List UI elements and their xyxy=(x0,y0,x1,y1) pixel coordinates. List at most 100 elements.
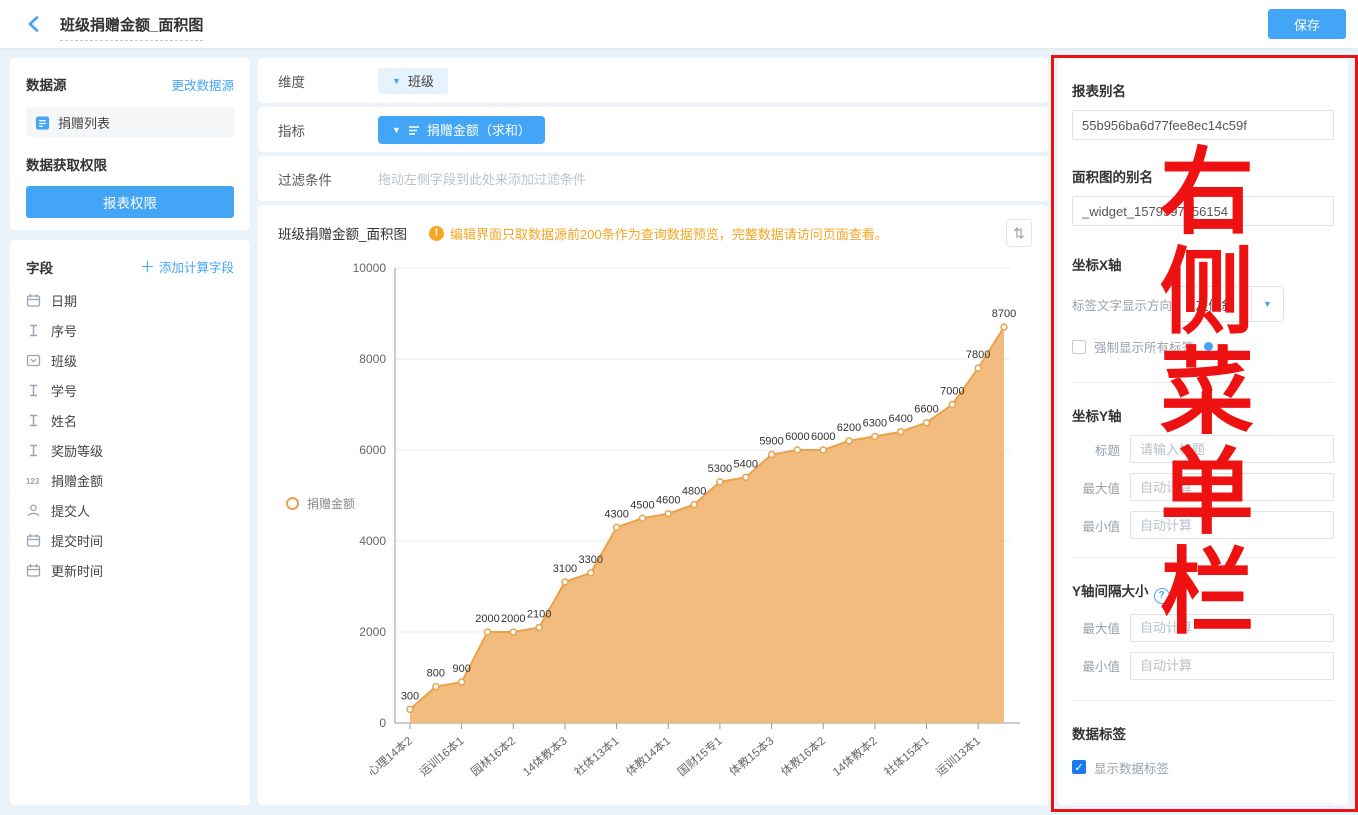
svg-text:社体13本1: 社体13本1 xyxy=(571,734,621,779)
field-item[interactable]: 姓名 xyxy=(26,405,234,435)
force-labels-label: 强制显示所有标签 xyxy=(1094,337,1194,356)
y-axis-title: 坐标Y轴 xyxy=(1072,405,1334,425)
svg-text:心理14本2: 心理14本2 xyxy=(365,734,415,779)
svg-text:6000: 6000 xyxy=(359,443,386,457)
dimension-tag-label: 班级 xyxy=(408,71,434,90)
legend-marker-icon xyxy=(286,497,299,510)
widget-alias-input[interactable] xyxy=(1072,196,1334,226)
svg-text:3300: 3300 xyxy=(579,554,603,566)
metric-tag-label: 捐赠金额（求和） xyxy=(427,120,531,139)
svg-text:3100: 3100 xyxy=(553,563,577,575)
report-alias-input[interactable] xyxy=(1072,110,1334,140)
text-icon xyxy=(26,413,41,428)
svg-text:800: 800 xyxy=(427,668,445,680)
settings-panel: 报表别名 面积图的别名 坐标X轴 标签文字显示方向 左倾斜 ▼ 强制显示所有标签… xyxy=(1058,58,1348,805)
field-label: 更新时间 xyxy=(51,561,103,580)
legend-item[interactable]: 捐赠金额 xyxy=(286,495,355,512)
permission-title: 数据获取权限 xyxy=(26,154,234,174)
force-labels-checkbox[interactable] xyxy=(1072,340,1086,354)
svg-text:7800: 7800 xyxy=(966,349,990,361)
svg-text:4800: 4800 xyxy=(682,486,706,498)
filter-row[interactable]: 过滤条件 拖动左侧字段到此处来添加过滤条件 xyxy=(258,156,1048,201)
svg-text:体教15本3: 体教15本3 xyxy=(726,734,776,779)
field-item[interactable]: 日期 xyxy=(26,285,234,315)
info-icon[interactable] xyxy=(1204,342,1213,351)
show-data-label-checkbox[interactable]: ✓ xyxy=(1072,760,1086,774)
svg-text:社体15本1: 社体15本1 xyxy=(881,734,931,779)
field-item[interactable]: 奖励等级 xyxy=(26,435,234,465)
aggregate-icon xyxy=(408,124,420,136)
field-label: 捐赠金额 xyxy=(51,471,103,490)
interval-max-input[interactable] xyxy=(1130,614,1334,642)
field-item[interactable]: 提交人 xyxy=(26,495,234,525)
change-datasource-link[interactable]: 更改数据源 xyxy=(171,75,234,94)
y-max-label: 最大值 xyxy=(1072,478,1120,497)
filter-placeholder: 拖动左侧字段到此处来添加过滤条件 xyxy=(378,169,586,188)
plus-icon: ＋ xyxy=(140,259,159,276)
document-icon xyxy=(35,115,50,130)
calendar-icon xyxy=(26,563,41,578)
number-icon: 123 xyxy=(26,473,41,488)
y-title-label: 标题 xyxy=(1072,440,1120,459)
svg-text:123: 123 xyxy=(26,476,40,485)
field-item[interactable]: 学号 xyxy=(26,375,234,405)
field-item[interactable]: 提交时间 xyxy=(26,525,234,555)
interval-min-input[interactable] xyxy=(1130,652,1334,680)
label-direction-select[interactable]: 左倾斜 ▼ xyxy=(1178,286,1284,322)
y-max-input[interactable] xyxy=(1130,473,1334,501)
calendar-icon xyxy=(26,293,41,308)
svg-text:4300: 4300 xyxy=(604,508,628,520)
fields-panel: 字段 ＋ 添加计算字段 日期序号班级学号姓名奖励等级123捐赠金额提交人提交时间… xyxy=(10,240,250,805)
warning-icon: ! xyxy=(429,226,444,241)
divider xyxy=(1072,803,1334,804)
chevron-down-icon: ▼ xyxy=(1251,287,1283,321)
report-permission-button[interactable]: 报表权限 xyxy=(26,186,234,218)
back-icon[interactable] xyxy=(26,15,42,33)
svg-text:2000: 2000 xyxy=(475,613,499,625)
field-label: 序号 xyxy=(51,321,77,340)
field-label: 班级 xyxy=(51,351,77,370)
save-button[interactable]: 保存 xyxy=(1268,9,1346,39)
svg-text:2100: 2100 xyxy=(527,608,551,620)
interval-min-label: 最小值 xyxy=(1072,656,1120,675)
svg-text:5300: 5300 xyxy=(708,463,732,475)
divider xyxy=(1072,700,1334,701)
interval-max-label: 最大值 xyxy=(1072,618,1120,637)
datasource-item[interactable]: 捐赠列表 xyxy=(26,107,234,137)
label-direction-value: 左倾斜 xyxy=(1179,287,1251,321)
svg-text:体教16本2: 体教16本2 xyxy=(778,734,828,779)
question-icon[interactable]: ? xyxy=(1154,588,1170,604)
metric-tag[interactable]: ▼ 捐赠金额（求和） xyxy=(378,116,545,144)
y-title-input[interactable] xyxy=(1130,435,1334,463)
person-icon xyxy=(26,503,41,518)
y-min-input[interactable] xyxy=(1130,511,1334,539)
dimension-tag[interactable]: ▼ 班级 xyxy=(378,68,448,94)
svg-text:6600: 6600 xyxy=(914,404,938,416)
label-direction-label: 标签文字显示方向 xyxy=(1072,295,1172,314)
calendar-icon xyxy=(26,533,41,548)
svg-text:4000: 4000 xyxy=(359,534,386,548)
sort-icon: ⇅ xyxy=(1013,225,1025,242)
divider xyxy=(1072,557,1334,558)
sort-button[interactable]: ⇅ xyxy=(1006,219,1032,247)
top-bar: 班级捐赠金额_面积图 保存 xyxy=(0,0,1358,48)
field-label: 提交时间 xyxy=(51,531,103,550)
text-icon xyxy=(26,443,41,458)
field-item[interactable]: 班级 xyxy=(26,345,234,375)
svg-text:0: 0 xyxy=(379,716,386,730)
field-item[interactable]: 更新时间 xyxy=(26,555,234,585)
svg-text:运训16本1: 运训16本1 xyxy=(416,734,466,779)
add-calc-field-link[interactable]: ＋ 添加计算字段 xyxy=(140,256,234,277)
svg-text:国财15专1: 国财15专1 xyxy=(675,734,725,779)
svg-text:6400: 6400 xyxy=(888,413,912,425)
svg-text:6200: 6200 xyxy=(837,422,861,434)
chevron-down-icon: ▼ xyxy=(392,125,401,135)
svg-text:体教14本1: 体教14本1 xyxy=(623,734,673,779)
datasource-panel: 数据源 更改数据源 捐赠列表 数据获取权限 报表权限 xyxy=(10,58,250,230)
select-icon xyxy=(26,353,41,368)
svg-text:6000: 6000 xyxy=(811,431,835,443)
field-list: 日期序号班级学号姓名奖励等级 123 捐赠金额提交人提交时间更新时间 xyxy=(26,285,234,585)
field-item[interactable]: 序号 xyxy=(26,315,234,345)
field-item[interactable]: 123 捐赠金额 xyxy=(26,465,234,495)
field-label: 奖励等级 xyxy=(51,441,103,460)
